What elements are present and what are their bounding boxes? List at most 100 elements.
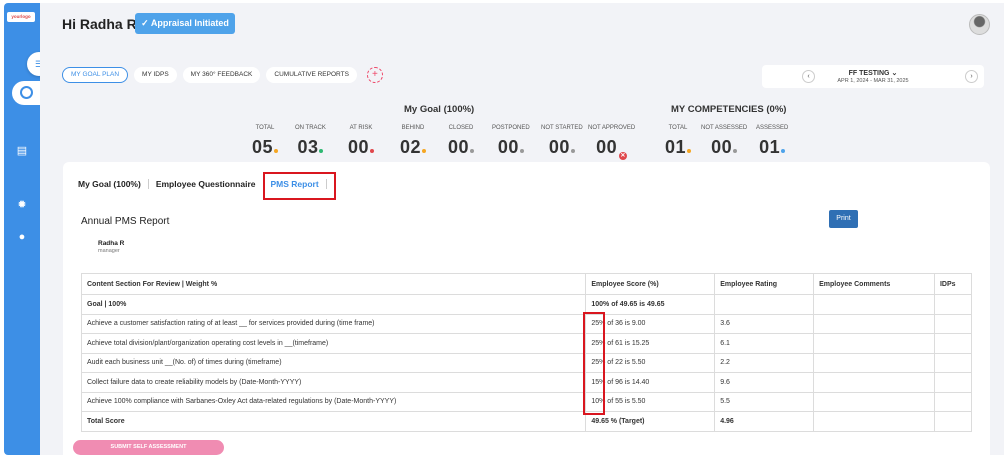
goal_summary-stat[interactable]: NOT STARTED 00 bbox=[541, 125, 583, 158]
stat-label: NOT APPROVED bbox=[588, 125, 636, 131]
col-header-idps: IDPs bbox=[933, 273, 973, 295]
comments-cell bbox=[813, 391, 935, 412]
goal_summary-stat[interactable]: ON TRACK 03 bbox=[295, 125, 326, 158]
score-cell: 25% of 22 is 5.50 bbox=[585, 352, 716, 373]
report-title: Annual PMS Report bbox=[81, 216, 170, 227]
appraisal-status-badge[interactable]: ✓ Appraisal Initiated bbox=[135, 13, 235, 34]
table-row: Goal | 100% 100% of 49.65 is 49.65 bbox=[80, 294, 973, 315]
idps-cell bbox=[933, 372, 973, 393]
next-period-icon[interactable]: › bbox=[965, 70, 978, 83]
report-table-body: Goal | 100% 100% of 49.65 is 49.65 Achieve… bbox=[80, 294, 973, 432]
table-header-row: Content Section For Review | Weight % Em… bbox=[80, 273, 973, 295]
table-row: Achieve a customer satisfaction rating o… bbox=[80, 313, 973, 334]
section-cell: Achieve 100% compliance with Sarbanes-Ox… bbox=[80, 391, 587, 412]
pms-report-highlight bbox=[263, 172, 336, 200]
goal_summary-stat[interactable]: CLOSED 00 bbox=[448, 125, 475, 158]
subtab-employee-questionnaire[interactable]: Employee Questionnaire bbox=[156, 179, 256, 189]
col-header-rating: Employee Rating bbox=[714, 273, 815, 295]
goal_summary-stat[interactable]: NOT APPROVED 00 ✕ bbox=[588, 125, 635, 160]
rating-cell: 9.6 bbox=[714, 372, 815, 393]
stat-value-wrap: 00 bbox=[448, 137, 475, 158]
comments-cell bbox=[813, 372, 935, 393]
period-name: FF TESTING ⌄ bbox=[762, 69, 984, 77]
tab-my-goal-plan[interactable]: MY GOAL PLAN bbox=[62, 67, 129, 83]
period-selector[interactable]: ‹ FF TESTING ⌄ APR 1, 2024 - MAR 31, 202… bbox=[762, 65, 984, 88]
section-cell: Achieve a customer satisfaction rating o… bbox=[80, 313, 587, 334]
score-cell: 10% of 55 is 5.50 bbox=[585, 391, 716, 412]
stat-value: 00 bbox=[497, 137, 519, 157]
stat-value-wrap: 00 bbox=[348, 137, 375, 158]
status-dot-icon bbox=[570, 149, 575, 153]
stat-value: 00 bbox=[711, 137, 733, 157]
stat-label: ASSESSED bbox=[756, 125, 789, 131]
stat-value-wrap: 01 bbox=[665, 137, 692, 158]
score-cell: 49.65 % (Target) bbox=[585, 411, 716, 432]
rating-cell bbox=[714, 294, 815, 315]
competency_summary-stat[interactable]: ASSESSED 01 bbox=[756, 125, 788, 158]
add-tab-button[interactable]: + bbox=[366, 67, 383, 83]
idps-cell bbox=[933, 352, 973, 373]
main-area: Hi Radha R ✓ Appraisal Initiated MY GOAL… bbox=[40, 3, 1004, 455]
idps-cell bbox=[933, 391, 973, 412]
period-range: APR 1, 2024 - MAR 31, 2025 bbox=[837, 78, 909, 84]
stat-value-wrap: 03 bbox=[295, 137, 326, 158]
stat-value: 02 bbox=[400, 137, 422, 157]
employee-info: Radha R manager bbox=[98, 240, 124, 254]
stat-value: 03 bbox=[297, 137, 319, 157]
stat-label: POSTPONED bbox=[492, 125, 530, 131]
competency_summary-stat[interactable]: NOT ASSESSED 00 bbox=[701, 125, 747, 158]
weight-percent-highlight bbox=[583, 312, 605, 415]
user-icon[interactable]: ● bbox=[16, 231, 28, 243]
comments-cell bbox=[813, 352, 935, 373]
tab-360-feedback[interactable]: MY 360° FEEDBACK bbox=[182, 67, 261, 83]
goal-summary-title: My Goal (100%) bbox=[404, 104, 475, 115]
comments-cell bbox=[813, 333, 935, 354]
goal_summary-stat[interactable]: TOTAL 05 bbox=[252, 125, 279, 158]
section-cell: Achieve total division/plant/organizatio… bbox=[80, 333, 587, 354]
tab-cumulative-reports[interactable]: CUMULATIVE REPORTS bbox=[266, 67, 357, 83]
tab-my-idps[interactable]: MY IDPS bbox=[134, 67, 177, 83]
table-row: Achieve total division/plant/organizatio… bbox=[80, 333, 973, 354]
status-dot-icon bbox=[319, 149, 324, 153]
stat-value: 00 bbox=[548, 137, 570, 157]
print-button[interactable]: Print bbox=[829, 210, 858, 228]
col-header-comments: Employee Comments bbox=[813, 273, 935, 295]
stat-label: CLOSED bbox=[448, 125, 474, 131]
goal_summary-stat[interactable]: BEHIND 02 bbox=[400, 125, 427, 158]
goal_summary-stat[interactable]: AT RISK 00 bbox=[348, 125, 375, 158]
sidebar-item-goals[interactable] bbox=[12, 81, 42, 105]
stat-value-wrap: 00 ✕ bbox=[588, 137, 635, 160]
status-dot-icon bbox=[370, 149, 375, 153]
rating-cell: 3.6 bbox=[714, 313, 815, 334]
stat-value-wrap: 00 bbox=[492, 137, 530, 158]
goal-tabs: MY GOAL PLAN MY IDPS MY 360° FEEDBACK CU… bbox=[62, 67, 383, 83]
score-cell: 25% of 61 is 15.25 bbox=[585, 333, 716, 354]
goal_summary-stat[interactable]: POSTPONED 00 bbox=[492, 125, 530, 158]
competency-summary-title: MY COMPETENCIES (0%) bbox=[671, 104, 787, 115]
section-cell: Audit each business unit __(No. of) of t… bbox=[80, 352, 587, 373]
report-card: My Goal (100%) Employee Questionnaire PM… bbox=[63, 162, 990, 455]
idps-cell bbox=[933, 313, 973, 334]
score-cell: 25% of 36 is 9.00 bbox=[585, 313, 716, 334]
pms-report-table: Content Section For Review | Weight % Em… bbox=[80, 273, 973, 432]
greeting: Hi Radha R bbox=[62, 16, 137, 32]
stat-value: 00 bbox=[348, 137, 370, 157]
col-header-score: Employee Score (%) bbox=[585, 273, 716, 295]
stat-label: BEHIND bbox=[401, 125, 425, 131]
document-icon[interactable]: ▤ bbox=[16, 145, 28, 157]
gear-icon[interactable]: ✹ bbox=[16, 199, 28, 211]
employee-role: manager bbox=[98, 248, 120, 254]
submit-self-assessment-button[interactable]: SUBMIT SELF ASSESSMENT bbox=[73, 440, 224, 455]
score-cell: 15% of 96 is 14.40 bbox=[585, 372, 716, 393]
company-logo: yourlogo bbox=[7, 12, 35, 22]
stat-label: ON TRACK bbox=[295, 125, 326, 131]
idps-cell bbox=[933, 333, 973, 354]
subtab-my-goal[interactable]: My Goal (100%) bbox=[78, 179, 141, 189]
competency_summary-stat[interactable]: TOTAL 01 bbox=[665, 125, 692, 158]
comments-cell bbox=[813, 294, 935, 315]
status-dot-icon bbox=[519, 149, 524, 153]
table-row: Collect failure data to create reliabili… bbox=[80, 372, 973, 393]
avatar[interactable] bbox=[969, 14, 990, 35]
comments-cell bbox=[813, 313, 935, 334]
stat-label: NOT ASSESSED bbox=[701, 125, 748, 131]
